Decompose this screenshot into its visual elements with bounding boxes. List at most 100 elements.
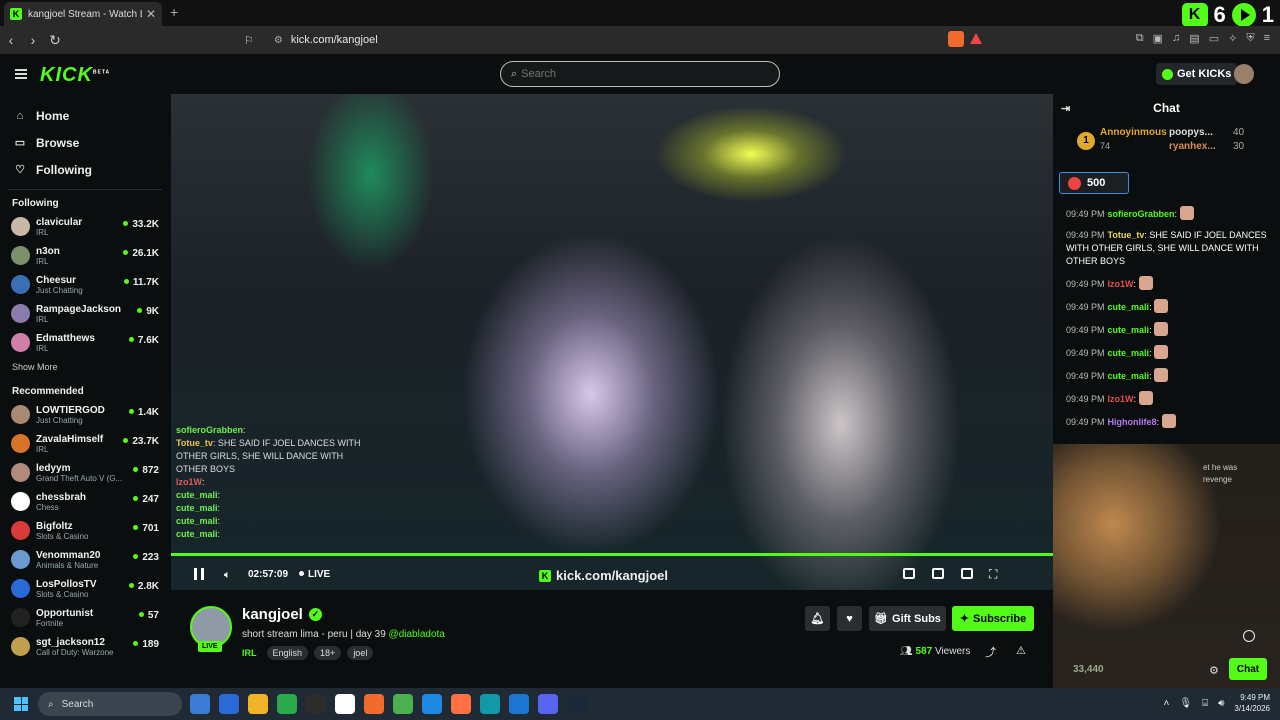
menu-icon[interactable]: ≡ (1264, 32, 1270, 45)
vpn-icon[interactable]: ⛨ (1246, 32, 1254, 45)
channel-row[interactable]: Bigfoltz Slots & Casino 701 (0, 517, 170, 546)
video-player[interactable]: sofieroGrabben: Totue_tv: SHE SAID IF JO… (171, 94, 1053, 590)
message-username[interactable]: Izo1W (1108, 279, 1134, 289)
speaker-icon[interactable]: 🔊︎ (1218, 698, 1224, 709)
tag[interactable]: 18+ (314, 646, 342, 660)
live-indicator[interactable]: LIVE (299, 569, 330, 580)
mic-icon[interactable]: 🎙︎ (1179, 698, 1192, 709)
get-kicks-button[interactable]: Get KICKs (1156, 63, 1238, 85)
tray-chevron-icon[interactable]: ˄ (1164, 698, 1170, 709)
notification-bell-button[interactable]: 🔔︎ (805, 606, 830, 631)
channel-row[interactable]: LosPollosTV Slots & Casino 2.8K (0, 575, 170, 604)
message-username[interactable]: cute_mali (1108, 348, 1150, 358)
channel-points[interactable]: 33,440 (1073, 664, 1104, 675)
theater-mode-icon[interactable] (961, 568, 973, 579)
kick-logo[interactable]: KICKBETA (40, 64, 110, 87)
taskbar-app-icon[interactable] (480, 694, 500, 714)
browser-tab[interactable]: K kangjoel Stream - Watch Live ✕ (4, 2, 162, 26)
chat-send-button[interactable]: Chat (1229, 658, 1267, 680)
taskbar-app-icon[interactable] (393, 694, 413, 714)
taskbar-app-icon[interactable] (335, 694, 355, 714)
taskbar-app-icon[interactable] (509, 694, 529, 714)
taskbar-clock[interactable]: 9:49 PM 3/14/2026 (1234, 692, 1270, 714)
sidebar-icon[interactable]: ▤ (1189, 32, 1199, 45)
message-username[interactable]: sofieroGrabben (1108, 209, 1175, 219)
channel-row[interactable]: sgt_jackson12 Call of Duty: Warzone 189 (0, 633, 170, 662)
taskbar-app-icon[interactable] (219, 694, 239, 714)
reload-icon[interactable]: ↻ (44, 32, 66, 49)
channel-row[interactable]: chessbrah Chess 247 (0, 488, 170, 517)
share-icon[interactable]: ⤴ (985, 644, 996, 660)
channel-row[interactable]: clavicular IRL 33.2K (0, 213, 170, 242)
channel-row[interactable]: n3on IRL 26.1K (0, 242, 170, 271)
pause-button[interactable] (194, 568, 204, 580)
channel-row[interactable]: Edmatthews IRL 7.6K (0, 329, 170, 358)
site-info-icon[interactable]: ⚙ (274, 35, 283, 46)
channel-row[interactable]: Venomman20 Animals & Nature 223 (0, 546, 170, 575)
search-input[interactable] (521, 68, 752, 80)
nav-browse[interactable]: ▭ Browse (0, 129, 170, 156)
message-username[interactable]: cute_mali (1108, 302, 1150, 312)
search-bar[interactable]: ⌕ (500, 61, 780, 87)
extension-icon[interactable]: ⧉ (1136, 32, 1144, 45)
subscribe-button[interactable]: ✦ Subscribe (952, 606, 1034, 631)
report-icon[interactable]: ⚠ (1016, 644, 1026, 660)
channel-row[interactable]: Cheesur Just Chatting 11.7K (0, 271, 170, 300)
live-progress-bar[interactable] (171, 553, 1053, 556)
taskbar-app-icon[interactable] (422, 694, 442, 714)
back-icon[interactable]: ‹ (0, 32, 22, 48)
bookmark-icon[interactable]: ⚐ (244, 34, 254, 47)
volume-icon[interactable]: 🔈︎ (224, 569, 231, 582)
message-username[interactable]: Izo1W (1108, 394, 1134, 404)
channel-row[interactable]: ledyym Grand Theft Auto V (G... 872 (0, 459, 170, 488)
channel-row[interactable]: Opportunist Fortnite 57 (0, 604, 170, 633)
user-avatar[interactable] (1234, 64, 1254, 84)
leo-icon[interactable]: ✧ (1228, 32, 1237, 45)
tag[interactable]: joel (347, 646, 374, 660)
message-username[interactable]: cute_mali (1108, 371, 1150, 381)
nav-home[interactable]: ⌂ Home (0, 102, 170, 129)
tag[interactable]: English (266, 646, 309, 660)
pip-icon[interactable] (903, 568, 915, 579)
windows-start-icon[interactable] (14, 697, 28, 711)
fullscreen-icon[interactable]: ⛶ (989, 567, 997, 582)
channel-row[interactable]: RampageJackson IRL 9K (0, 300, 170, 329)
screenshot-icon[interactable]: ▣ (1153, 32, 1163, 45)
category-link[interactable]: IRL (242, 648, 257, 658)
taskbar-search[interactable]: ⌕ Search (38, 692, 182, 716)
gift-leaderboard[interactable]: 1 Annoyinmous 74 poopys... 40 ryanhex...… (1053, 122, 1280, 162)
channel-row[interactable]: ZavalaHimself IRL 23.7K (0, 430, 170, 459)
message-username[interactable]: Totue_tv (1108, 230, 1145, 240)
pinned-gift[interactable]: 500 (1059, 172, 1129, 194)
brave-rewards-icon[interactable] (970, 33, 982, 44)
collapse-chat-icon[interactable]: ⇥ (1061, 102, 1070, 115)
network-icon[interactable]: ⌸ (1202, 698, 1208, 709)
taskbar-app-icon[interactable] (538, 694, 558, 714)
show-more-link[interactable]: Show More (0, 358, 170, 378)
music-icon[interactable]: ♫ (1172, 32, 1180, 45)
taskbar-app-icon[interactable] (364, 694, 384, 714)
new-tab-icon[interactable]: + (170, 4, 178, 20)
url-field[interactable]: ⚐ ⚙ kick.com/kangjoel (244, 29, 992, 51)
forward-icon[interactable]: › (22, 32, 44, 48)
nav-following[interactable]: ♡ Following (0, 156, 170, 183)
follow-button[interactable]: ♥ (837, 606, 862, 631)
close-tab-icon[interactable]: ✕ (146, 7, 156, 21)
taskbar-app-icon[interactable] (248, 694, 268, 714)
wallet-icon[interactable]: ▭ (1209, 32, 1219, 45)
mention-link[interactable]: @diabladota (389, 629, 445, 640)
chat-settings-icon[interactable]: ⚙ (1209, 664, 1219, 677)
message-username[interactable]: Highonlife8 (1108, 417, 1157, 427)
taskbar-app-icon[interactable] (567, 694, 587, 714)
message-username[interactable]: cute_mali (1108, 325, 1150, 335)
taskbar-app-icon[interactable] (190, 694, 210, 714)
hamburger-menu-icon[interactable] (15, 69, 27, 79)
brave-shields-icon[interactable] (948, 31, 964, 47)
taskbar-app-icon[interactable] (451, 694, 471, 714)
taskbar-app-icon[interactable] (277, 694, 297, 714)
emoji-icon[interactable] (1243, 630, 1255, 642)
gift-subs-button[interactable]: 🎁︎ Gift Subs (869, 606, 946, 631)
clip-icon[interactable] (932, 568, 944, 579)
channel-row[interactable]: LOWTIERGOD Just Chatting 1.4K (0, 401, 170, 430)
streamer-name[interactable]: kangjoel ✓ (242, 606, 322, 623)
